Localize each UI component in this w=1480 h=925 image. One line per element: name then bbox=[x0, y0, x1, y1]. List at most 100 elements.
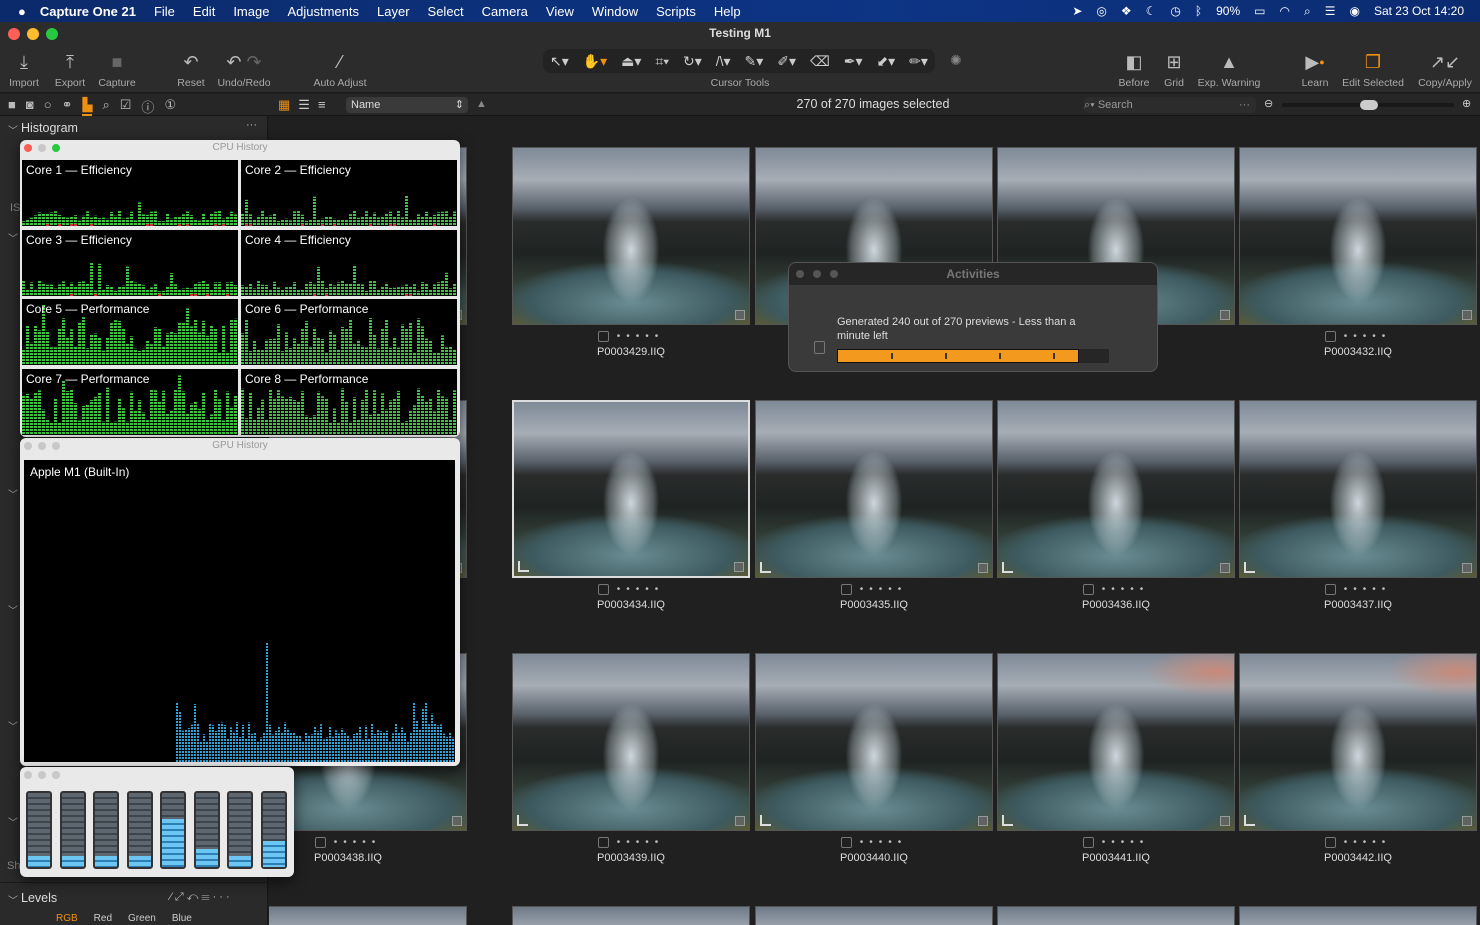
thumbnail-image[interactable] bbox=[755, 400, 993, 578]
thumbnail-image[interactable] bbox=[1239, 906, 1477, 925]
chevron-down-icon[interactable]: ﹀ bbox=[8, 230, 18, 245]
bluetooth-icon[interactable]: ᛒ bbox=[1195, 4, 1202, 18]
heal-icon[interactable]: ✐▾ bbox=[777, 53, 796, 70]
zoom-out-icon[interactable]: ⊖ bbox=[1264, 97, 1273, 110]
minimize-button[interactable] bbox=[38, 771, 46, 779]
details-tab-icon[interactable]: ⌕ bbox=[102, 97, 109, 116]
select-checkbox[interactable] bbox=[840, 583, 852, 595]
star-rating[interactable]: ••••• bbox=[1344, 584, 1392, 595]
thumbnail-image[interactable] bbox=[1239, 400, 1477, 578]
thumbnail-image[interactable] bbox=[269, 906, 467, 925]
grid-view-icon[interactable]: ▦ bbox=[278, 97, 290, 113]
levels-tool-icons[interactable]: ⁄⤢↶☰··· bbox=[170, 891, 233, 904]
sort-direction-icon[interactable]: ▲ bbox=[476, 98, 487, 110]
levels-header[interactable]: Levels bbox=[21, 891, 57, 905]
star-rating[interactable]: ••••• bbox=[1344, 331, 1392, 342]
select-cursor-icon[interactable]: ↖▾ bbox=[550, 53, 569, 70]
zoom-button[interactable] bbox=[52, 144, 60, 152]
chevron-down-icon[interactable]: ﹀ bbox=[8, 602, 18, 617]
zoom-button[interactable] bbox=[52, 771, 60, 779]
library-tab-icon[interactable]: ■ bbox=[8, 97, 16, 116]
gradient-icon[interactable]: ⬋▾ bbox=[876, 53, 895, 70]
sort-select[interactable]: Name ⇕ bbox=[346, 97, 468, 113]
exp-warning-button[interactable]: ▲ Exp. Warning bbox=[1196, 49, 1262, 89]
loupe-icon[interactable]: ⏏▾ bbox=[621, 53, 641, 70]
picker-icon[interactable]: ✏▾ bbox=[909, 53, 928, 70]
thumbnail-image[interactable] bbox=[755, 653, 993, 831]
rotate-icon[interactable]: ↻▾ bbox=[683, 53, 702, 70]
keystone-icon[interactable]: /\▾ bbox=[716, 53, 731, 70]
star-rating[interactable]: ••••• bbox=[1344, 837, 1392, 848]
star-rating[interactable]: ••••• bbox=[617, 584, 665, 595]
levels-tab-red[interactable]: Red bbox=[94, 914, 112, 924]
dropbox-icon[interactable]: ❖ bbox=[1121, 4, 1132, 18]
more-icon[interactable]: ··· bbox=[246, 119, 257, 131]
close-button[interactable] bbox=[24, 144, 32, 152]
minimize-button[interactable] bbox=[813, 270, 821, 278]
select-checkbox[interactable] bbox=[1324, 583, 1336, 595]
metadata-tab-icon[interactable]: ⓘ bbox=[141, 97, 154, 116]
pan-hand-icon[interactable]: ✋▾ bbox=[583, 53, 607, 70]
battery-icon[interactable]: ▭ bbox=[1254, 4, 1265, 18]
undo-redo-button[interactable]: ↶ ↷ Undo/Redo bbox=[216, 49, 272, 89]
levels-tab-blue[interactable]: Blue bbox=[172, 914, 192, 924]
wifi-icon[interactable]: ◠ bbox=[1279, 4, 1289, 18]
thumbnail-image[interactable] bbox=[997, 400, 1235, 578]
menu-help[interactable]: Help bbox=[714, 4, 741, 19]
chevron-down-icon[interactable]: ﹀ bbox=[8, 814, 18, 829]
thumbnail-image[interactable] bbox=[512, 906, 750, 925]
select-checkbox[interactable] bbox=[1082, 836, 1094, 848]
slider-thumb[interactable] bbox=[1360, 100, 1378, 110]
moon-icon[interactable]: ☾ bbox=[1146, 4, 1157, 18]
control-center-icon[interactable]: ☰ bbox=[1325, 4, 1336, 18]
select-checkbox[interactable] bbox=[314, 836, 326, 848]
edit-selected-button[interactable]: ❐ Edit Selected bbox=[1340, 49, 1406, 89]
activity-checkbox[interactable] bbox=[814, 341, 825, 354]
import-button[interactable]: ⤓ Import bbox=[6, 49, 42, 89]
capture-tab-icon[interactable]: ◙ bbox=[26, 97, 34, 116]
minimize-button[interactable] bbox=[38, 442, 46, 450]
thumbnail-image[interactable] bbox=[512, 147, 750, 325]
before-button[interactable]: ◧ Before bbox=[1114, 49, 1154, 89]
thumbnail-size-slider[interactable] bbox=[1282, 100, 1454, 110]
battery-percent[interactable]: 90% bbox=[1216, 4, 1240, 18]
menu-file[interactable]: File bbox=[154, 4, 175, 19]
export-button[interactable]: ⤒ Export bbox=[52, 49, 88, 89]
star-rating[interactable]: ••••• bbox=[334, 837, 382, 848]
spot-icon[interactable]: ✎▾ bbox=[745, 53, 764, 70]
thumbnail-image[interactable] bbox=[755, 906, 993, 925]
apple-menu-icon[interactable]: ● bbox=[18, 4, 26, 19]
chevron-down-icon[interactable]: ﹀ bbox=[8, 718, 18, 733]
activity-spinner-icon[interactable]: ✺ bbox=[950, 52, 962, 69]
menu-window[interactable]: Window bbox=[592, 4, 638, 19]
close-button[interactable] bbox=[24, 442, 32, 450]
levels-tab-green[interactable]: Green bbox=[128, 914, 156, 924]
menu-layer[interactable]: Layer bbox=[377, 4, 410, 19]
select-checkbox[interactable] bbox=[1324, 836, 1336, 848]
histogram-header[interactable]: Histogram bbox=[21, 121, 78, 135]
spotlight-icon[interactable]: ⌕ bbox=[1304, 4, 1311, 19]
menu-edit[interactable]: Edit bbox=[193, 4, 215, 19]
chevron-down-icon[interactable]: ﹀ bbox=[8, 122, 18, 137]
auto-adjust-button[interactable]: ⁄ Auto Adjust bbox=[308, 49, 372, 89]
quick-tab-icon[interactable]: ① bbox=[164, 97, 176, 116]
clock[interactable]: Sat 23 Oct 14:20 bbox=[1374, 4, 1464, 18]
copy-apply-button[interactable]: ↗↙ Copy/Apply bbox=[1416, 49, 1474, 89]
capture-button[interactable]: ■ Capture bbox=[96, 49, 138, 89]
color-tab-icon[interactable]: ⚭ bbox=[62, 97, 73, 116]
close-button[interactable] bbox=[796, 270, 804, 278]
menu-scripts[interactable]: Scripts bbox=[656, 4, 696, 19]
thumbnail-image[interactable] bbox=[997, 653, 1235, 831]
minimize-button[interactable] bbox=[38, 144, 46, 152]
close-button[interactable] bbox=[24, 771, 32, 779]
exposure-tab-icon[interactable]: ▙ bbox=[82, 97, 93, 116]
star-rating[interactable]: ••••• bbox=[1102, 584, 1150, 595]
menu-view[interactable]: View bbox=[546, 4, 574, 19]
creative-cloud-icon[interactable]: ◎ bbox=[1096, 4, 1106, 18]
thumbnail-image[interactable] bbox=[997, 906, 1235, 925]
eraser-icon[interactable]: ⌫ bbox=[810, 53, 830, 70]
list-view-icon[interactable]: ☰ bbox=[298, 97, 310, 113]
levels-tab-rgb[interactable]: RGB bbox=[56, 914, 78, 924]
star-rating[interactable]: ••••• bbox=[617, 331, 665, 342]
zoom-in-icon[interactable]: ⊕ bbox=[1462, 97, 1471, 110]
